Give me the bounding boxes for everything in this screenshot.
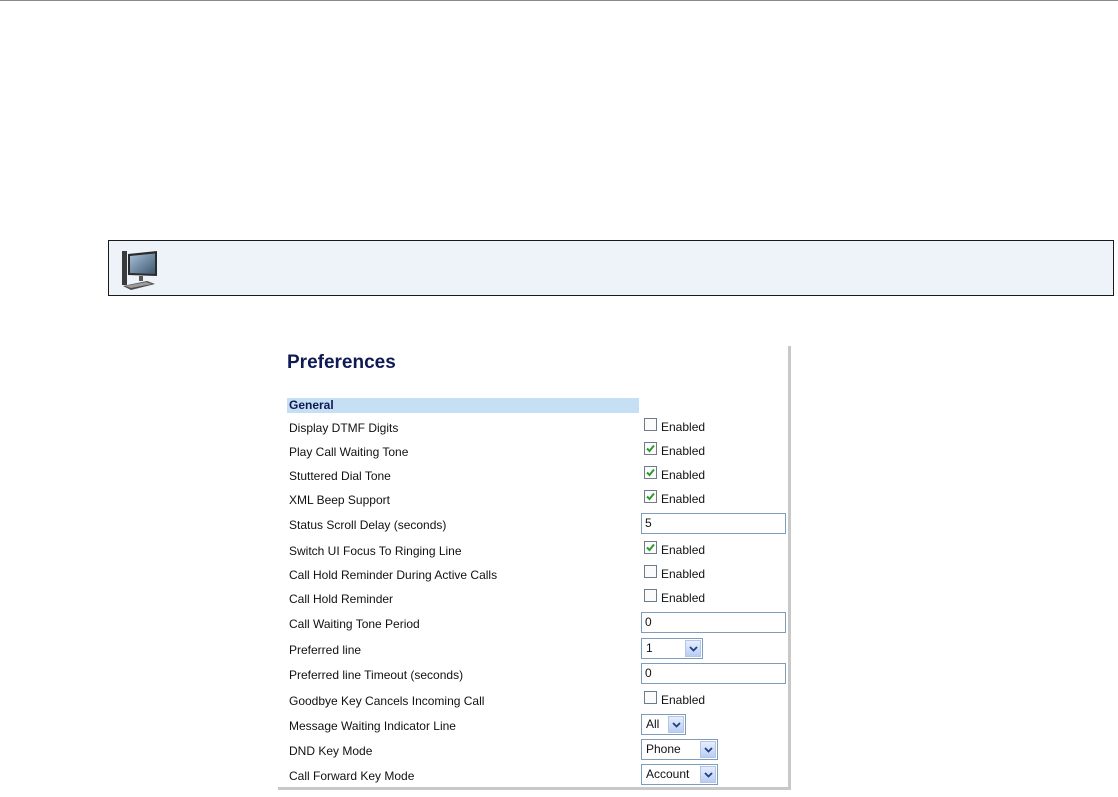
setting-label: Status Scroll Delay (seconds) — [289, 518, 447, 532]
setting-label: Switch UI Focus To Ringing Line — [289, 544, 462, 558]
setting-label: Preferred line — [289, 643, 362, 657]
enabled-checkbox[interactable] — [644, 466, 657, 479]
dropdown-select[interactable]: 1 — [641, 638, 703, 659]
setting-label: Play Call Waiting Tone — [289, 445, 409, 459]
enabled-checkbox[interactable] — [644, 490, 657, 503]
setting-row: Call Hold Reminder Enabled — [278, 589, 788, 613]
setting-label: Call Hold Reminder — [289, 592, 394, 606]
dropdown-select[interactable]: Phone — [641, 739, 718, 760]
text-input[interactable]: 0 — [641, 612, 786, 633]
setting-row: Switch UI Focus To Ringing Line Enabled — [278, 541, 788, 565]
setting-label: XML Beep Support — [289, 493, 390, 507]
dropdown-select[interactable]: All — [641, 714, 686, 735]
setting-row: Call Forward Key Mode Account — [278, 764, 788, 790]
setting-row: Preferred line 1 — [278, 638, 788, 664]
setting-row: Status Scroll Delay (seconds) 5 — [278, 513, 788, 539]
checkmark-icon — [646, 492, 655, 501]
enabled-checkbox[interactable] — [644, 418, 657, 431]
setting-label: Call Forward Key Mode — [289, 769, 415, 783]
setting-row: Call Hold Reminder During Active Calls En… — [278, 565, 788, 589]
setting-label: Display DTMF Digits — [289, 421, 399, 435]
setting-label: Message Waiting Indicator Line — [289, 719, 456, 733]
enabled-checkbox[interactable] — [644, 589, 657, 602]
setting-row: Preferred line Timeout (seconds) 0 — [278, 663, 788, 689]
enabled-checkbox[interactable] — [644, 442, 657, 455]
dropdown-value: Phone — [646, 742, 681, 756]
setting-row: Display DTMF Digits Enabled — [278, 418, 788, 442]
page-title: Preferences — [287, 352, 396, 373]
chevron-down-icon[interactable] — [668, 716, 684, 733]
text-input[interactable]: 0 — [641, 663, 786, 684]
setting-label: Goodbye Key Cancels Incoming Call — [289, 694, 485, 708]
section-header-general: General — [287, 398, 639, 413]
checkbox-label: Enabled — [661, 543, 706, 557]
chevron-down-icon[interactable] — [700, 766, 716, 783]
dropdown-select[interactable]: Account — [641, 764, 718, 785]
enabled-checkbox[interactable] — [644, 541, 657, 554]
setting-row: XML Beep Support Enabled — [278, 490, 788, 514]
dropdown-value: 1 — [646, 641, 653, 655]
setting-label: DND Key Mode — [289, 744, 373, 758]
note-box — [108, 240, 1114, 296]
enabled-checkbox[interactable] — [644, 565, 657, 578]
checkmark-icon — [646, 468, 655, 477]
setting-row: Play Call Waiting Tone Enabled — [278, 442, 788, 466]
setting-label: Preferred line Timeout (seconds) — [289, 668, 464, 682]
dropdown-value: All — [646, 717, 660, 731]
setting-label: Call Waiting Tone Period — [289, 617, 420, 631]
checkbox-label: Enabled — [661, 492, 706, 506]
chevron-down-icon[interactable] — [685, 640, 701, 657]
setting-label: Stuttered Dial Tone — [289, 469, 391, 483]
computer-monitor-icon — [115, 245, 163, 293]
checkbox-label: Enabled — [661, 468, 706, 482]
checkbox-label: Enabled — [661, 444, 706, 458]
top-divider — [0, 0, 1118, 1]
checkbox-label: Enabled — [661, 567, 706, 581]
setting-row: Goodbye Key Cancels Incoming Call Enabled — [278, 691, 788, 715]
checkmark-icon — [646, 444, 655, 453]
dropdown-value: Account — [646, 767, 690, 781]
checkbox-label: Enabled — [661, 420, 706, 434]
setting-row: DND Key Mode Phone — [278, 739, 788, 765]
enabled-checkbox[interactable] — [644, 691, 657, 704]
checkmark-icon — [646, 543, 655, 552]
checkbox-label: Enabled — [661, 591, 706, 605]
checkbox-label: Enabled — [661, 693, 706, 707]
preferences-panel: Preferences General Display DTMF Digits E… — [278, 346, 791, 790]
chevron-down-icon[interactable] — [700, 741, 716, 758]
setting-label: Call Hold Reminder During Active Calls — [289, 568, 498, 582]
setting-row: Stuttered Dial Tone Enabled — [278, 466, 788, 490]
setting-row: Call Waiting Tone Period 0 — [278, 612, 788, 638]
text-input[interactable]: 5 — [641, 513, 786, 534]
setting-row: Message Waiting Indicator Line All — [278, 714, 788, 740]
